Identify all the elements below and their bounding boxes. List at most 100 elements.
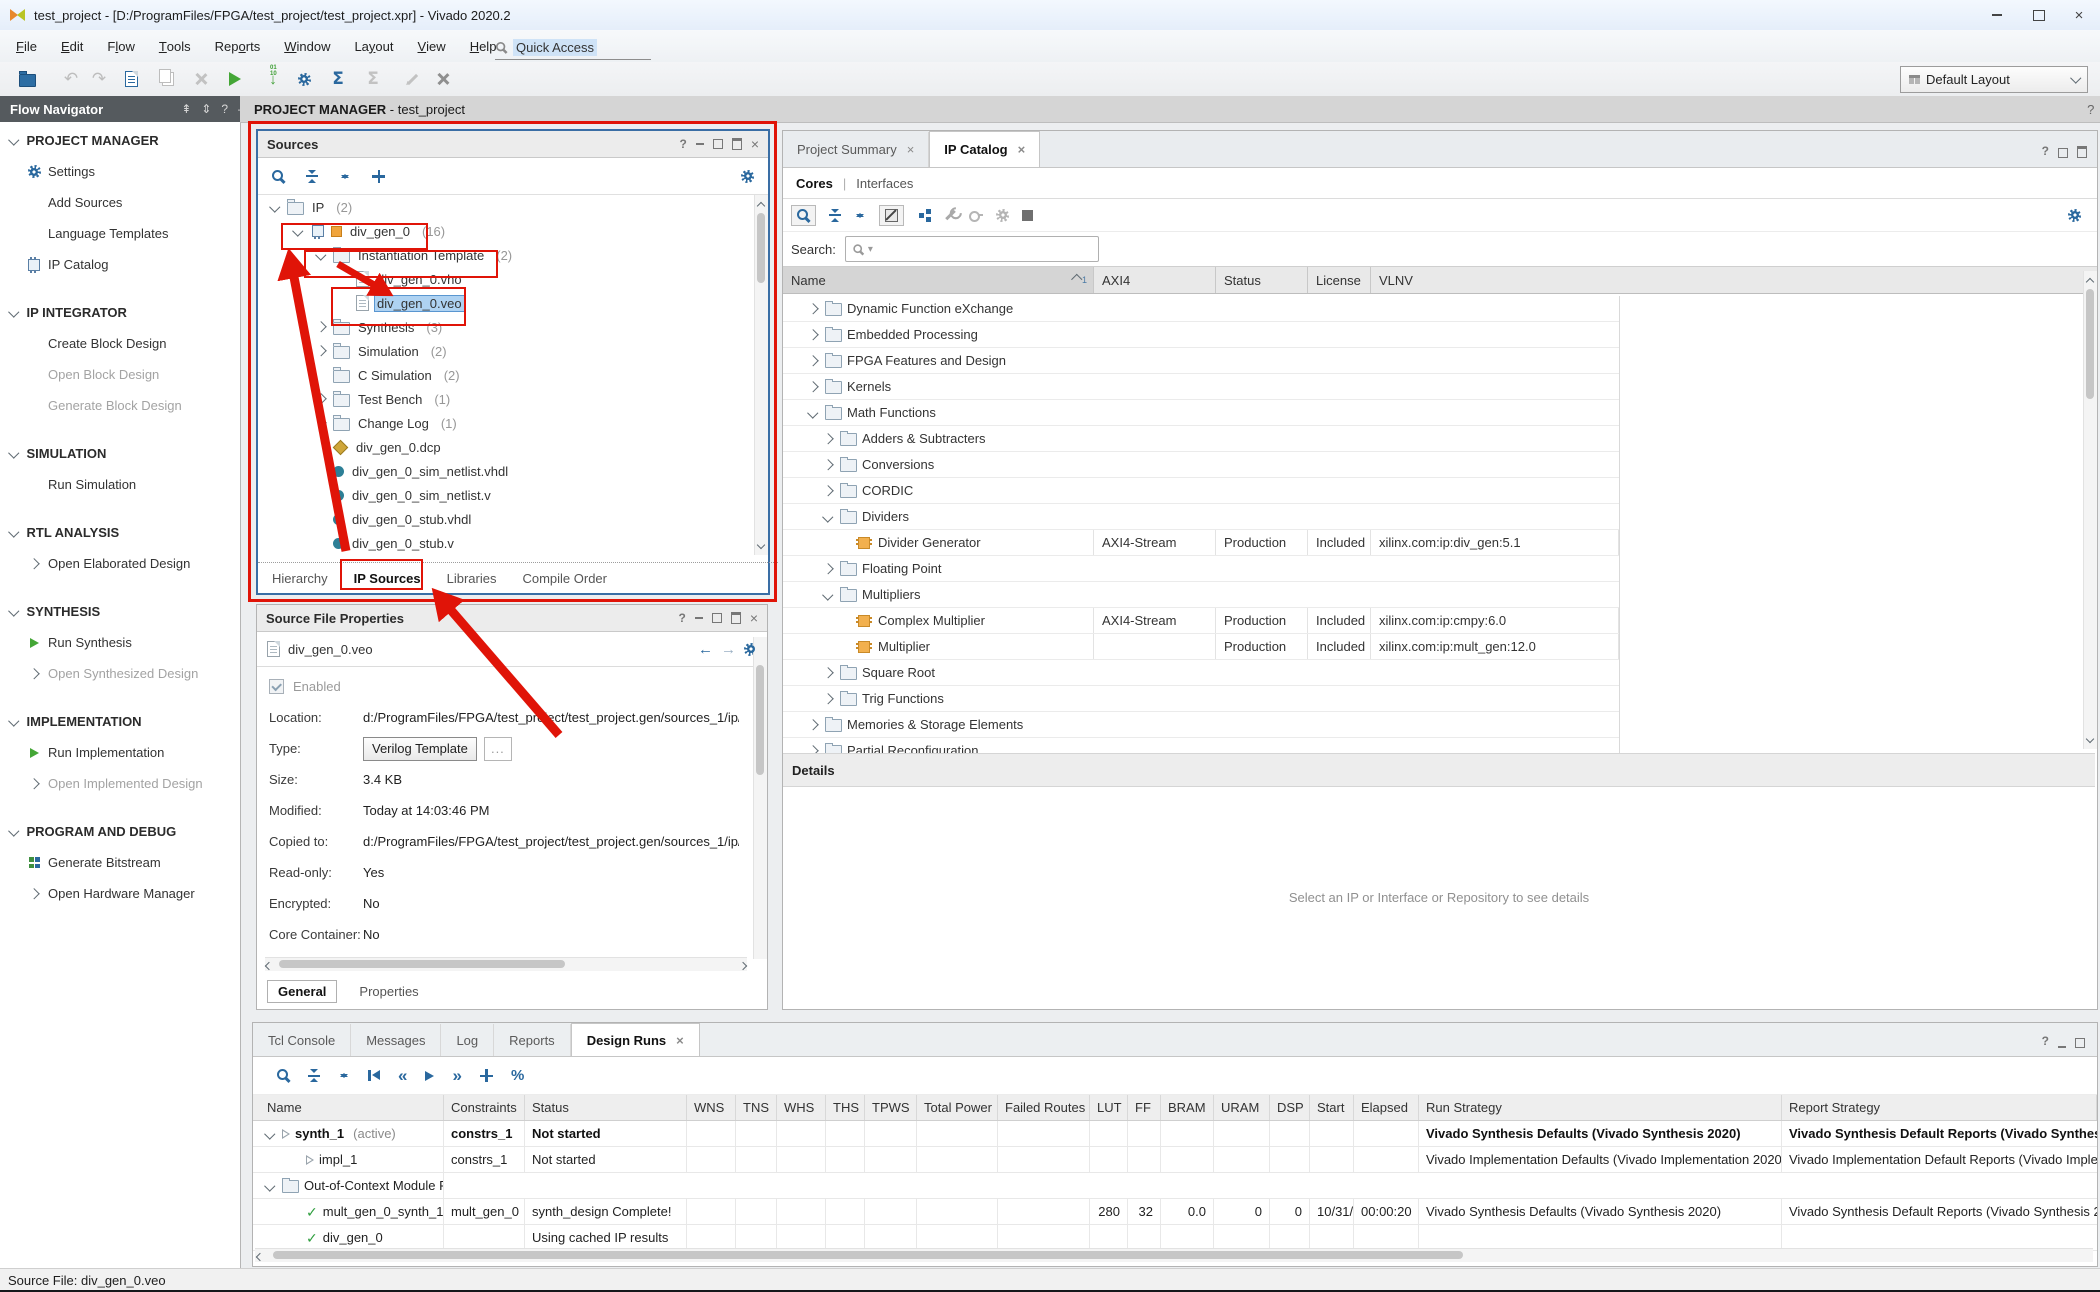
tab-design-runs[interactable]: Design Runs× <box>571 1023 700 1056</box>
ip-catalog-row-conversions[interactable]: Conversions <box>783 452 1619 478</box>
flownav-item-open-hardware-manager[interactable]: Open Hardware Manager <box>0 878 240 909</box>
close-icon[interactable]: × <box>676 1033 684 1048</box>
step-back-icon[interactable]: « <box>398 1067 407 1084</box>
menu-flow[interactable]: Flow <box>95 30 146 62</box>
play-run-icon[interactable] <box>425 1071 434 1081</box>
chevron-right-icon[interactable] <box>823 459 834 470</box>
chevron-right-icon[interactable] <box>316 394 327 405</box>
flownav-item-generate-bitstream[interactable]: Generate Bitstream <box>0 847 240 878</box>
copy-icon[interactable] <box>155 67 181 91</box>
source-tree-item-div-gen-0-dcp[interactable]: div_gen_0.dcp <box>258 435 750 459</box>
tab-ip-catalog[interactable]: IP Catalog × <box>929 131 1040 167</box>
file-properties-horizontal-scrollbar[interactable] <box>265 957 747 971</box>
chevron-down-icon[interactable] <box>270 202 281 213</box>
close-button[interactable]: × <box>2062 6 2096 24</box>
chevron-down-icon[interactable] <box>823 511 834 522</box>
minimize-panel-icon[interactable] <box>695 617 703 619</box>
layout-selector[interactable]: Default Layout <box>1900 66 2088 93</box>
dock-icon[interactable]: ⇞ <box>181 102 191 116</box>
report-summary-icon[interactable]: Σ <box>325 67 351 91</box>
flownav-section-title[interactable]: PROGRAM AND DEBUG <box>0 815 240 847</box>
search-icon[interactable] <box>791 205 816 226</box>
source-tree-item-synthesis[interactable]: Synthesis(3) <box>258 315 750 339</box>
design-run-row-out-of-context-module-runs[interactable]: Out-of-Context Module Runs <box>253 1173 2097 1199</box>
sources-tab-libraries[interactable]: Libraries <box>447 571 497 586</box>
ip-catalog-row-trig-functions[interactable]: Trig Functions <box>783 686 1619 712</box>
column-header-status[interactable]: Status <box>525 1095 687 1120</box>
chevron-down-icon[interactable] <box>8 448 19 459</box>
column-header-failed-routes[interactable]: Failed Routes <box>998 1095 1090 1120</box>
chevron-down-icon[interactable] <box>8 716 19 727</box>
column-header-wns[interactable]: WNS <box>687 1095 736 1120</box>
report-icon[interactable] <box>118 67 144 91</box>
column-header-name[interactable]: Name1 <box>783 267 1094 293</box>
column-header-ff[interactable]: FF <box>1128 1095 1161 1120</box>
minimize-panel-icon[interactable] <box>696 143 704 145</box>
source-tree-item-div-gen-0-stub-vhdl[interactable]: div_gen_0_stub.vhdl <box>258 507 750 531</box>
chevron-right-icon[interactable] <box>808 329 819 340</box>
chevron-right-icon[interactable] <box>823 667 834 678</box>
step-forward-icon[interactable]: » <box>452 1067 461 1084</box>
maximize-panel-icon[interactable] <box>2075 1038 2085 1048</box>
maximize-panel-icon[interactable] <box>713 139 723 149</box>
chevron-right-icon[interactable] <box>823 485 834 496</box>
menu-edit[interactable]: Edit <box>49 30 95 62</box>
chevron-right-icon[interactable] <box>823 693 834 704</box>
chevron-down-icon[interactable] <box>8 826 19 837</box>
ip-catalog-row-math-functions[interactable]: Math Functions <box>783 400 1619 426</box>
sources-tab-compile-order[interactable]: Compile Order <box>522 571 607 586</box>
ip-catalog-row-multipliers[interactable]: Multipliers <box>783 582 1619 608</box>
tab-log[interactable]: Log <box>441 1024 494 1056</box>
flownav-section-title[interactable]: SYNTHESIS <box>0 595 240 627</box>
chevron-down-icon[interactable] <box>8 606 19 617</box>
expand-all-icon[interactable] <box>339 170 351 183</box>
column-header-constraints[interactable]: Constraints <box>444 1095 525 1120</box>
ip-catalog-row-kernels[interactable]: Kernels <box>783 374 1619 400</box>
source-tree-item-instantiation-template[interactable]: Instantiation Template(2) <box>258 243 750 267</box>
chevron-right-icon[interactable] <box>316 346 327 357</box>
chevron-right-icon[interactable] <box>29 778 40 789</box>
customize-wrench-icon[interactable] <box>945 210 956 221</box>
expand-all-icon[interactable] <box>338 1069 350 1082</box>
ip-catalog-row-dividers[interactable]: Dividers <box>783 504 1619 530</box>
menu-window[interactable]: Window <box>272 30 342 62</box>
source-tree-item-div-gen-0-veo[interactable]: div_gen_0.veo <box>258 291 750 315</box>
flownav-section-title[interactable]: SIMULATION <box>0 437 240 469</box>
column-header-elapsed[interactable]: Elapsed <box>1354 1095 1419 1120</box>
chevron-down-icon[interactable] <box>823 589 834 600</box>
minimize-panel-icon[interactable] <box>2058 1046 2066 1048</box>
details-view-icon[interactable] <box>1022 210 1033 221</box>
ip-catalog-row-embedded-processing[interactable]: Embedded Processing <box>783 322 1619 348</box>
menu-tools[interactable]: Tools <box>147 30 203 62</box>
source-tree-item-div-gen-0-stub-v[interactable]: div_gen_0_stub.v <box>258 531 750 555</box>
catalog-vertical-scrollbar[interactable] <box>2083 271 2097 749</box>
chevron-down-icon[interactable] <box>265 1128 276 1139</box>
file-properties-vertical-scrollbar[interactable] <box>753 637 767 959</box>
design-run-row-impl-1[interactable]: impl_1constrs_1Not startedVivado Impleme… <box>253 1147 2097 1173</box>
minimize-button[interactable] <box>1980 6 2014 24</box>
help-icon[interactable]: ? <box>2042 144 2049 158</box>
column-header-dsp[interactable]: DSP <box>1270 1095 1310 1120</box>
file-properties-tab-properties[interactable]: Properties <box>359 984 418 999</box>
column-header-report-strategy[interactable]: Report Strategy <box>1782 1095 2097 1120</box>
column-header-lut[interactable]: LUT <box>1090 1095 1128 1120</box>
chevron-down-icon[interactable] <box>808 407 819 418</box>
tab-reports[interactable]: Reports <box>494 1024 571 1056</box>
flownav-item-run-implementation[interactable]: Run Implementation <box>0 737 240 768</box>
tab-messages[interactable]: Messages <box>351 1024 441 1056</box>
flownav-item-run-simulation[interactable]: Run Simulation <box>0 469 240 500</box>
design-run-row-mult-gen-0-synth-1[interactable]: ✓mult_gen_0_synth_1mult_gen_0synth_desig… <box>253 1199 2097 1225</box>
chevron-right-icon[interactable] <box>29 888 40 899</box>
chevron-down-icon[interactable] <box>265 1180 276 1191</box>
menu-view[interactable]: View <box>406 30 458 62</box>
back-icon[interactable]: ← <box>698 641 713 658</box>
gear-icon[interactable] <box>741 170 754 183</box>
close-icon[interactable]: × <box>1018 142 1026 157</box>
add-sources-icon[interactable] <box>372 170 385 183</box>
ip-catalog-row-complex-multiplier[interactable]: Complex MultiplierAXI4-StreamProductionI… <box>783 608 1619 634</box>
chevron-down-icon[interactable] <box>8 307 19 318</box>
flownav-item-settings[interactable]: Settings <box>0 156 240 187</box>
chevron-right-icon[interactable] <box>316 322 327 333</box>
column-header-total-power[interactable]: Total Power <box>917 1095 998 1120</box>
sources-tab-hierarchy[interactable]: Hierarchy <box>272 571 328 586</box>
